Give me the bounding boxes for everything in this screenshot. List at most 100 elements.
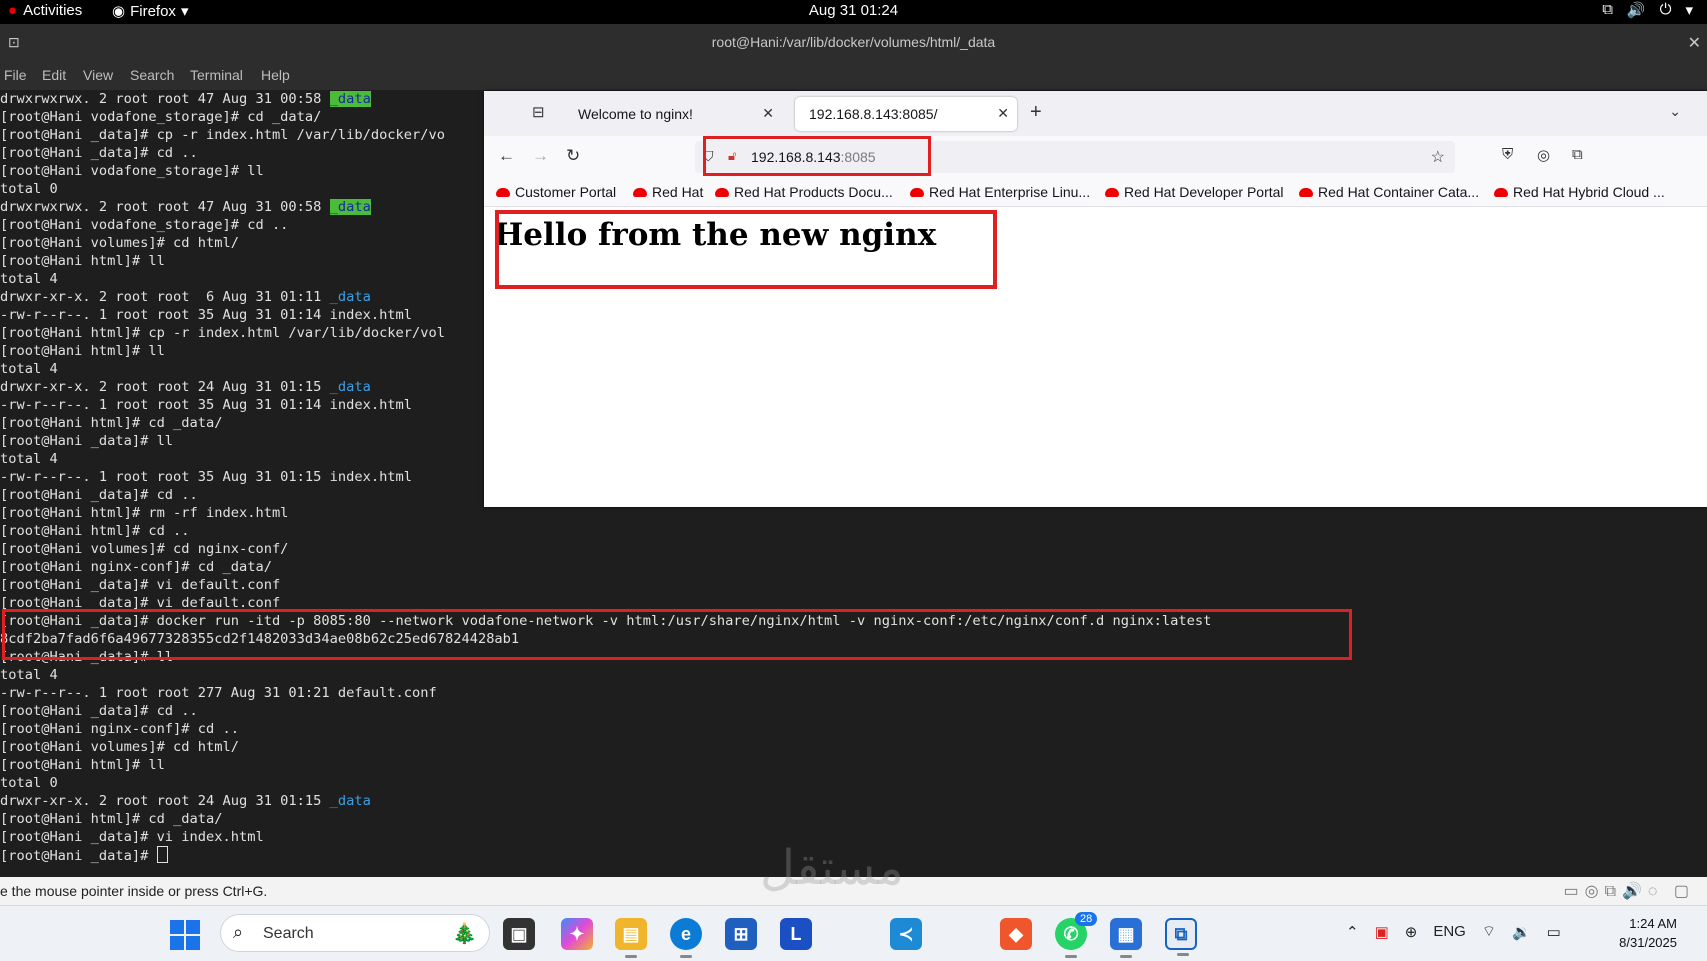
terminal-line-text: drwxr-xr-x. 2 root root 24 Aug 31 01:15 xyxy=(0,793,330,809)
extensions-icon[interactable]: ⧉ xyxy=(1572,146,1583,163)
terminal-line-text: [root@Hani _data]# vi default.conf xyxy=(0,577,281,593)
directory-name: _data xyxy=(329,793,371,809)
terminal-line: [root@Hani nginx-conf]# cd _data/ xyxy=(0,558,1707,576)
tab-label: Welcome to nginx! xyxy=(578,106,693,122)
url-text[interactable]: 192.168.8.143:8085 xyxy=(751,149,876,165)
bookmark-hybrid-cloud[interactable]: Red Hat Hybrid Cloud ... xyxy=(1494,184,1665,200)
terminal-line-text: [root@Hani _data]# xyxy=(0,848,157,864)
directory-name: _data xyxy=(329,91,371,107)
redhat-icon xyxy=(496,187,510,197)
menu-search[interactable]: Search xyxy=(130,67,174,83)
terminal-line: [root@Hani _data]# docker run -itd -p 80… xyxy=(0,612,1707,630)
search-label: Search xyxy=(263,925,314,942)
vscode-icon[interactable]: ≺ xyxy=(890,918,922,950)
app-l-icon[interactable]: L xyxy=(780,918,812,950)
chevron-up-icon[interactable]: ⌃ xyxy=(1346,923,1359,941)
bookmark-enterprise-linux[interactable]: Red Hat Enterprise Linu... xyxy=(910,184,1090,200)
terminal-line-text: 8cdf2ba7fad6f6a49677328355cd2f1482033d34… xyxy=(0,631,520,647)
pocket-icon[interactable]: ⛨ xyxy=(1502,146,1513,163)
terminal-line: [root@Hani volumes]# cd nginx-conf/ xyxy=(0,540,1707,558)
activities-button[interactable]: ● Activities xyxy=(8,2,82,19)
menu-help[interactable]: Help xyxy=(261,67,290,83)
menu-edit[interactable]: Edit xyxy=(42,67,66,83)
account-icon[interactable]: ◎ xyxy=(1537,146,1550,164)
terminal-line-text: [root@Hani html]# cd _data/ xyxy=(0,811,223,827)
menu-view[interactable]: View xyxy=(83,67,113,83)
bookmark-products-docs[interactable]: Red Hat Products Docu... xyxy=(715,184,893,200)
chevron-down-icon[interactable]: ⌄ xyxy=(1669,103,1681,120)
terminal-line: drwxr-xr-x. 2 root root 24 Aug 31 01:15 … xyxy=(0,792,1707,810)
bookmark-label: Red Hat Hybrid Cloud ... xyxy=(1513,184,1665,200)
tab-welcome-nginx[interactable]: Welcome to nginx! ✕ xyxy=(564,97,782,131)
vm-status-bar: e the mouse pointer inside or press Ctrl… xyxy=(0,877,1707,905)
task-view-icon[interactable]: ▣ xyxy=(503,918,535,950)
terminal-line-text: [root@Hani nginx-conf]# cd _data/ xyxy=(0,559,272,575)
taskbar-search[interactable]: ⌕ Search 🎄 xyxy=(220,914,490,952)
store-icon[interactable]: ⊞ xyxy=(725,918,757,950)
file-explorer-icon[interactable]: ▤ xyxy=(615,918,647,958)
directory-name: _data xyxy=(329,289,371,305)
terminal-line-text: -rw-r--r--. 1 root root 277 Aug 31 01:21… xyxy=(0,685,437,701)
battery-icon[interactable]: ▭ xyxy=(1547,923,1561,941)
new-tab-icon[interactable]: + xyxy=(1030,101,1042,124)
language-indicator[interactable]: ENG xyxy=(1433,923,1466,940)
bookmark-label: Red Hat Container Cata... xyxy=(1318,184,1480,200)
back-icon[interactable]: ← xyxy=(498,146,515,166)
directory-name: _data xyxy=(329,199,371,215)
terminal-line-text: [root@Hani _data]# ll xyxy=(0,433,174,449)
forward-icon[interactable]: → xyxy=(532,146,549,166)
terminal-line: [root@Hani _data]# cd .. xyxy=(0,702,1707,720)
insecure-lock-icon[interactable]: 🔓︎ xyxy=(728,148,736,164)
terminal-tab-icon[interactable]: ⊡ xyxy=(8,34,20,51)
terminal-line-text: -rw-r--r--. 1 root root 35 Aug 31 01:14 … xyxy=(0,397,413,413)
vpn-icon[interactable]: ⊕ xyxy=(1405,923,1418,941)
system-menu[interactable]: ⧉ 🔊 ⏻ ▾ xyxy=(1602,1,1693,19)
wifi-icon[interactable]: ⌔ xyxy=(1482,922,1496,941)
terminal-line: [root@Hani _data]# vi default.conf xyxy=(0,576,1707,594)
terminal-line-text: total 4 xyxy=(0,451,58,467)
app-menu-firefox[interactable]: ◉ Firefox ▾ xyxy=(112,2,188,21)
firefox-view-icon[interactable]: ⊟ xyxy=(532,103,550,121)
top-bar-clock[interactable]: Aug 31 01:24 xyxy=(809,2,898,19)
bookmark-container-catalog[interactable]: Red Hat Container Cata... xyxy=(1299,184,1479,200)
reload-icon[interactable]: ↻ xyxy=(566,146,580,166)
terminal-line: [root@Hani _data]# vi index.html xyxy=(0,828,1707,846)
vmware-icon[interactable]: ⧉ xyxy=(1165,918,1197,956)
taskbar-clock[interactable]: 1:24 AM 8/31/2025 xyxy=(1619,914,1677,952)
brave-icon[interactable]: ◆ xyxy=(1000,918,1032,950)
star-icon[interactable]: ☆ xyxy=(1431,147,1445,167)
terminal-line-text: [root@Hani _data]# cd .. xyxy=(0,487,198,503)
bookmark-red-hat[interactable]: Red Hat xyxy=(633,184,703,200)
terminal-line: [root@Hani html]# ll xyxy=(0,756,1707,774)
redhat-icon xyxy=(1105,187,1119,197)
speaker-icon[interactable]: 🔉 xyxy=(1512,923,1531,941)
navigation-bar: ← → ↻ ⛉ 🔓︎ 192.168.8.143:8085 ☆ ⛨ ◎ ⧉ xyxy=(484,136,1707,178)
bookmark-developer-portal[interactable]: Red Hat Developer Portal xyxy=(1105,184,1284,200)
edge-icon[interactable]: e xyxy=(670,918,702,958)
bookmark-customer-portal[interactable]: Customer Portal xyxy=(496,184,616,200)
terminal-line-text: [root@Hani nginx-conf]# cd .. xyxy=(0,721,239,737)
copilot-icon[interactable]: ✦ xyxy=(561,918,593,950)
vm-status-text: e the mouse pointer inside or press Ctrl… xyxy=(0,883,268,899)
close-icon[interactable]: ✕ xyxy=(1688,33,1701,53)
power-icon: ⏻ xyxy=(1659,1,1672,18)
menu-terminal[interactable]: Terminal xyxy=(190,67,243,83)
notepad-icon[interactable]: ▦ xyxy=(1110,918,1142,958)
url-bar[interactable]: ⛉ 🔓︎ 192.168.8.143:8085 ☆ xyxy=(695,141,1455,173)
firefox-icon: ◉ xyxy=(112,3,126,20)
terminal-line-text: [root@Hani _data]# docker run -itd -p 80… xyxy=(0,613,1212,629)
redhat-icon xyxy=(910,187,924,197)
menu-file[interactable]: File xyxy=(4,67,27,83)
terminal-line-text: [root@Hani html]# ll xyxy=(0,757,165,773)
search-icon: ⌕ xyxy=(233,922,244,942)
terminal-line: [root@Hani nginx-conf]# cd .. xyxy=(0,720,1707,738)
vm-device-icons[interactable]: ▭◎⧉🔊◌ ▢ xyxy=(1564,881,1696,901)
shield-icon[interactable]: ⛉ xyxy=(703,148,714,165)
terminal-line-text: [root@Hani _data]# cd .. xyxy=(0,145,198,161)
windows-start-icon[interactable] xyxy=(170,920,200,950)
terminal-line-text: [root@Hani html]# ll xyxy=(0,343,165,359)
tab-nginx-8085[interactable]: 192.168.8.143:8085/ ✕ xyxy=(795,97,1017,131)
calendar-icon[interactable]: ▣ xyxy=(1375,923,1389,941)
close-icon[interactable]: ✕ xyxy=(762,105,774,122)
close-icon[interactable]: ✕ xyxy=(997,105,1009,122)
